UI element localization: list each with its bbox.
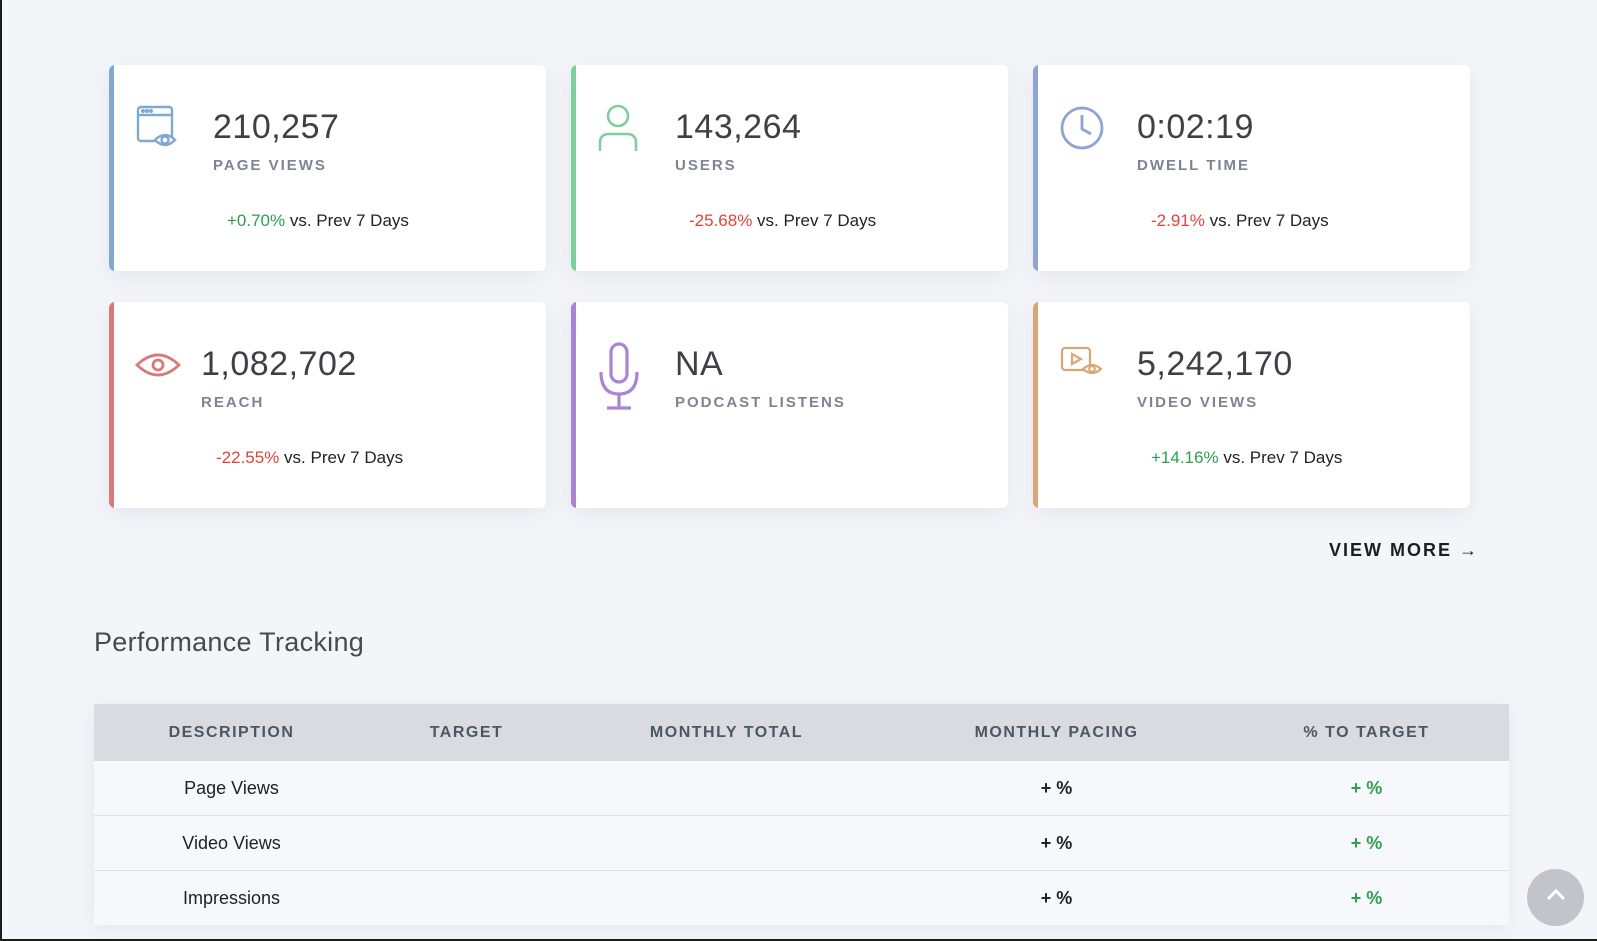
- metric-label: VIDEO VIEWS: [1137, 394, 1259, 411]
- microphone-icon: [597, 342, 647, 412]
- change-percent: -2.91%: [1151, 211, 1205, 230]
- metric-label: USERS: [675, 157, 737, 174]
- page-left-edge: [0, 0, 2, 941]
- change-suffix: vs. Prev 7 Days: [1218, 448, 1343, 467]
- change-suffix: vs. Prev 7 Days: [285, 211, 409, 230]
- card-accent: [571, 302, 576, 508]
- change-percent: -22.55%: [216, 448, 280, 467]
- change-percent: +0.70%: [227, 211, 286, 230]
- column-header-monthly-total[interactable]: MONTHLY TOTAL: [564, 724, 889, 742]
- card-accent: [1033, 65, 1038, 271]
- metric-label: PAGE VIEWS: [213, 157, 327, 174]
- metric-change: -2.91% vs. Prev 7 Days: [1151, 211, 1329, 231]
- column-header-description[interactable]: DESCRIPTION: [94, 724, 369, 742]
- card-accent: [571, 65, 576, 271]
- browser-eye-icon: [135, 103, 185, 153]
- card-accent: [109, 302, 114, 508]
- metric-card-dwell-time: 0:02:19 DWELL TIME -2.91% vs. Prev 7 Day…: [1033, 65, 1470, 271]
- metric-card-users: 143,264 USERS -25.68% vs. Prev 7 Days: [571, 65, 1008, 271]
- metric-value: 1,082,702: [201, 345, 357, 383]
- table-row: Page Views + % + %: [94, 761, 1509, 816]
- metric-label: PODCAST LISTENS: [675, 394, 846, 411]
- metric-change: +0.70% vs. Prev 7 Days: [227, 211, 409, 231]
- metric-label: REACH: [201, 394, 265, 411]
- table-header: DESCRIPTION TARGET MONTHLY TOTAL MONTHLY…: [94, 704, 1509, 761]
- table-row: Video Views + % + %: [94, 816, 1509, 871]
- cell-pct-to-target: + %: [1350, 887, 1383, 908]
- clock-icon: [1059, 103, 1109, 153]
- chevron-up-icon: [1545, 888, 1567, 907]
- cell-description: Page Views: [184, 777, 279, 798]
- cell-description: Video Views: [182, 832, 281, 853]
- change-percent: -25.68%: [689, 211, 753, 230]
- user-icon: [597, 103, 647, 153]
- cell-monthly-pacing: + %: [1040, 777, 1073, 798]
- metric-change: -25.68% vs. Prev 7 Days: [689, 211, 876, 231]
- change-percent: +14.16%: [1151, 448, 1219, 467]
- metric-card-video-views: 5,242,170 VIDEO VIEWS +14.16% vs. Prev 7…: [1033, 302, 1470, 508]
- metric-change: +14.16% vs. Prev 7 Days: [1151, 448, 1342, 468]
- cell-pct-to-target: + %: [1350, 777, 1383, 798]
- metric-value: 0:02:19: [1137, 108, 1254, 146]
- card-accent: [109, 65, 114, 271]
- eye-icon: [134, 340, 185, 390]
- video-eye-icon: [1059, 340, 1109, 390]
- change-suffix: vs. Prev 7 Days: [279, 448, 404, 467]
- performance-table: DESCRIPTION TARGET MONTHLY TOTAL MONTHLY…: [94, 704, 1509, 925]
- view-more-link[interactable]: VIEW MORE →: [1329, 540, 1479, 561]
- cell-description: Impressions: [182, 887, 281, 908]
- column-header-target[interactable]: TARGET: [369, 724, 564, 742]
- cell-pct-to-target: + %: [1350, 832, 1383, 853]
- metric-change: -22.55% vs. Prev 7 Days: [216, 448, 403, 468]
- table-row: Impressions + % + %: [94, 871, 1509, 925]
- column-header-pct-to-target[interactable]: % TO TARGET: [1224, 724, 1509, 742]
- cell-monthly-pacing: + %: [1040, 832, 1073, 853]
- card-accent: [1033, 302, 1038, 508]
- scroll-to-top-button[interactable]: [1527, 869, 1584, 926]
- metric-value: 210,257: [213, 108, 340, 146]
- metric-card-reach: 1,082,702 REACH -22.55% vs. Prev 7 Days: [109, 302, 546, 508]
- metric-card-page-views: 210,257 PAGE VIEWS +0.70% vs. Prev 7 Day…: [109, 65, 546, 271]
- column-header-monthly-pacing[interactable]: MONTHLY PACING: [889, 724, 1224, 742]
- change-suffix: vs. Prev 7 Days: [1204, 211, 1329, 230]
- change-suffix: vs. Prev 7 Days: [752, 211, 877, 230]
- metric-label: DWELL TIME: [1137, 157, 1251, 174]
- metric-value: 5,242,170: [1137, 345, 1293, 383]
- metric-value: NA: [675, 345, 724, 383]
- metric-value: 143,264: [675, 108, 802, 146]
- cell-monthly-pacing: + %: [1040, 887, 1073, 908]
- section-title: Performance Tracking: [94, 627, 365, 657]
- metric-card-podcast-listens: NA PODCAST LISTENS: [571, 302, 1008, 508]
